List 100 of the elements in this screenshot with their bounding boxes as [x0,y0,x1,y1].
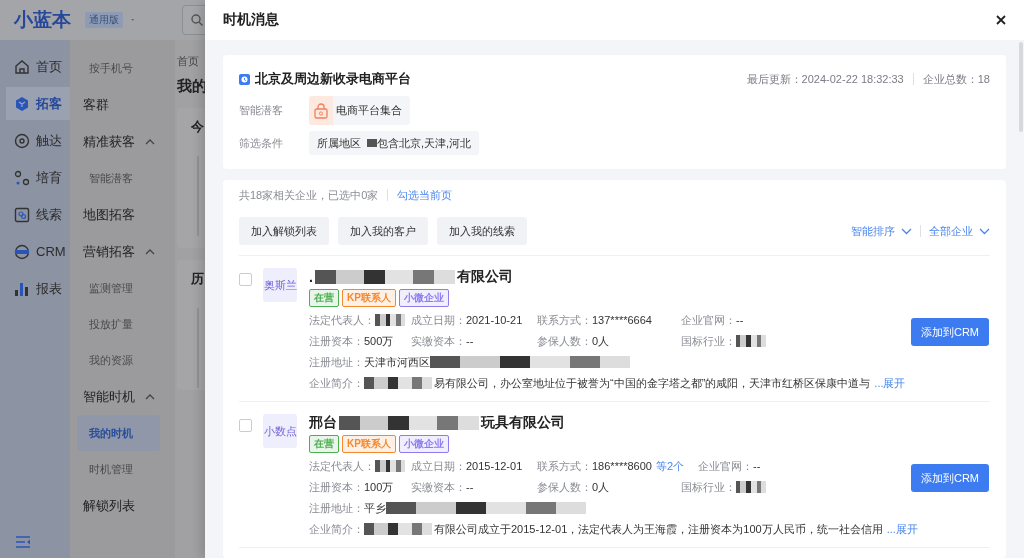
chevron-up-icon[interactable] [145,248,155,255]
field-label: 法定代表人： [309,458,375,474]
menu-section[interactable]: 客群 [83,95,109,114]
field-label: 成立日期： [411,458,466,474]
checkbox[interactable] [239,419,252,432]
redacted-block [367,139,377,147]
menu-item[interactable]: 按手机号 [77,50,160,86]
tag: KP联系人 [342,435,396,453]
field-label: 参保人数： [537,479,592,495]
field-label: 参保人数： [537,333,592,349]
add-to-crm-button[interactable]: 添加到CRM [911,318,989,346]
field-label: 企业简介： [309,521,364,537]
field-label: 注册地址： [309,500,364,516]
field-value: 2021-10-21 [466,314,523,326]
chevron-up-icon[interactable] [145,138,155,145]
tag: 小微企业 [398,289,449,307]
field-label: 筛选条件 [239,135,284,151]
crm-circle-icon [14,243,30,260]
chevron-down-icon [979,227,990,235]
cube-icon [14,95,30,112]
menu-item[interactable]: 监测管理 [77,270,160,306]
clock-icon [239,73,250,85]
checkbox[interactable] [239,273,252,286]
select-page-link[interactable]: 勾选当前页 [397,187,453,203]
action-button[interactable]: 加入解锁列表 [239,217,329,245]
shopping-bag-icon [314,102,328,119]
expand-link[interactable]: ...展开 [886,521,918,537]
app-logo[interactable]: 小蓝本 [14,7,71,33]
selection-summary: 共18家相关企业，已选中0家 [239,187,379,203]
more-contacts-link[interactable]: 等2个 [655,458,685,474]
menu-item[interactable]: 智能潜客 [77,160,160,196]
menu-section[interactable]: 营销拓客 [83,242,135,261]
field-label: 注册资本： [309,333,364,349]
source-chip[interactable]: 电商平台集合 [309,96,410,125]
search-icon [191,14,204,26]
field-label: 注册资本： [309,479,364,495]
company-logo: 奥斯兰 [263,268,297,302]
breadcrumb[interactable]: 首页 [177,54,205,69]
company-name[interactable]: 玩具有限公司 [481,414,565,432]
company-name[interactable]: 有限公司 [456,268,513,286]
field-value: -- [466,481,474,493]
menu-section[interactable]: 地图拓客 [83,205,135,224]
opportunity-title: 北京及周边新收录电商平台 [255,70,411,88]
collapse-menu-icon[interactable] [16,536,30,548]
field-label: 企业官网： [681,312,736,328]
nav-item[interactable]: 培育 [6,161,70,194]
expand-link[interactable]: ...展开 [874,375,906,391]
nav-item[interactable]: 报表 [6,272,70,305]
field-value: -- [736,314,744,326]
menu-section[interactable]: 智能时机 [83,387,135,406]
menu-item[interactable]: 时机管理 [77,451,160,487]
add-to-crm-button[interactable]: 添加到CRM [911,464,989,492]
menu-section[interactable]: 精准获客 [83,132,135,151]
field-label: 实缴资本： [411,479,466,495]
last-updated: 最后更新：2024-02-22 18:32:33 [746,71,904,87]
card-title: 今 [191,118,205,136]
company-total: 企业总数：18 [922,71,990,87]
tag: 小微企业 [398,435,449,453]
company-intro: 有限公司成立于2015-12-01，法定代表人为王海霞，注册资本为100万人民币，统一社会信用 [434,521,883,537]
field-value: -- [466,335,474,347]
field-label: 联系方式： [537,312,592,328]
nav-item[interactable]: 线索 [6,198,70,231]
action-button[interactable]: 加入我的线索 [437,217,527,245]
field-value: 186****8600 [592,460,652,472]
field-value: 0人 [592,479,610,495]
field-value: 2015-12-01 [466,460,523,472]
menu-item[interactable]: 投放扩量 [77,306,160,342]
bar-chart-icon [14,280,30,297]
chevron-up-icon[interactable] [145,393,155,400]
menu-item[interactable]: 我的时机 [77,415,160,451]
field-label: 法定代表人： [309,312,375,328]
nav-item[interactable]: 首页 [6,50,70,83]
field-label: 成立日期： [411,312,466,328]
drawer-title: 时机消息 [223,11,279,29]
scope-dropdown[interactable]: 全部企业 [929,223,990,239]
company-name[interactable]: 邢台 [309,414,337,432]
card-title: 历 [191,270,205,288]
nav-item[interactable]: CRM [6,235,70,268]
company-intro: 易有限公司，办公室地址位于被誉为“中国的金字塔之都”的咸阳，天津市红桥区保康中道与 [434,375,871,391]
field-label: 国标行业： [681,333,736,349]
field-label: 企业官网： [698,458,754,474]
field-value: 平乡 [364,500,386,516]
nav-item[interactable]: 触达 [6,124,70,157]
field-value: 500万 [364,333,394,349]
menu-item[interactable]: 我的资源 [77,342,160,378]
field-label: 企业简介： [309,375,364,391]
filter-value: 包含北京,天津,河北 [377,135,472,151]
close-icon[interactable] [996,15,1006,25]
menu-section[interactable]: 解锁列表 [83,496,135,515]
redacted-block [364,377,432,389]
company-logo: 小数点 [263,414,297,448]
field-label: 注册地址： [309,354,364,370]
tag: 在营 [309,435,339,453]
company-name[interactable]: . [309,269,313,285]
nav-item[interactable]: 拓客 [6,87,70,120]
action-button[interactable]: 加入我的客户 [338,217,428,245]
redacted-block [364,523,432,535]
search-field[interactable] [182,5,205,35]
sort-dropdown[interactable]: 智能排序 [851,223,912,239]
edition-badge: 通用版 [85,12,123,28]
